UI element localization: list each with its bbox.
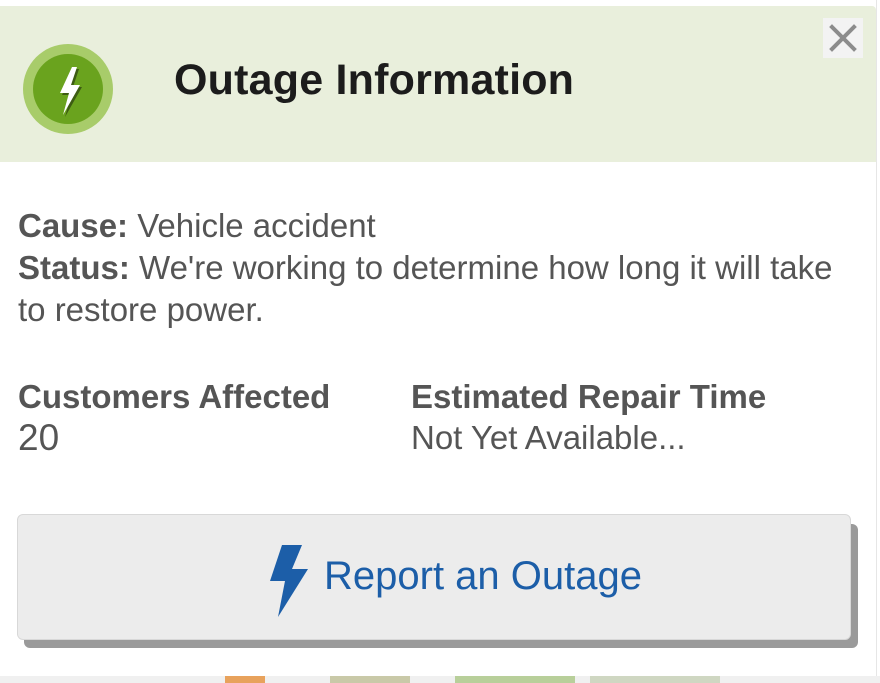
outage-stats: Customers Affected 20 Estimated Repair T… [18,378,858,468]
lightning-badge-icon [23,44,113,134]
report-outage-label: Report an Outage [324,554,642,598]
map-background-strip [0,676,880,683]
map-tile [455,676,575,683]
outage-popup: Outage Information Cause: Vehicle accide… [0,0,877,683]
customers-affected-stat: Customers Affected 20 [18,378,330,460]
popup-title: Outage Information [174,56,575,104]
cause-label: Cause: [18,207,129,244]
lightning-bolt-icon [270,545,308,617]
cause-line: Cause: Vehicle accident [18,205,848,247]
repair-time-label: Estimated Repair Time [411,378,767,415]
close-icon [829,24,857,52]
repair-time-value: Not Yet Available... [411,419,686,456]
customers-affected-label: Customers Affected [18,378,331,415]
status-label: Status: [18,249,130,286]
close-button[interactable] [823,18,863,58]
popup-header: Outage Information [0,6,876,162]
map-tile [330,676,410,683]
map-tile [590,676,720,683]
status-value: We're working to determine how long it w… [18,249,833,328]
customers-affected-value: 20 [18,417,60,458]
map-tile [225,676,265,683]
cause-value: Vehicle accident [137,207,376,244]
outage-details: Cause: Vehicle accident Status: We're wo… [18,205,848,331]
repair-time-stat: Estimated Repair Time Not Yet Available.… [411,378,766,460]
status-line: Status: We're working to determine how l… [18,247,848,331]
report-outage-button[interactable]: Report an Outage [17,514,851,640]
